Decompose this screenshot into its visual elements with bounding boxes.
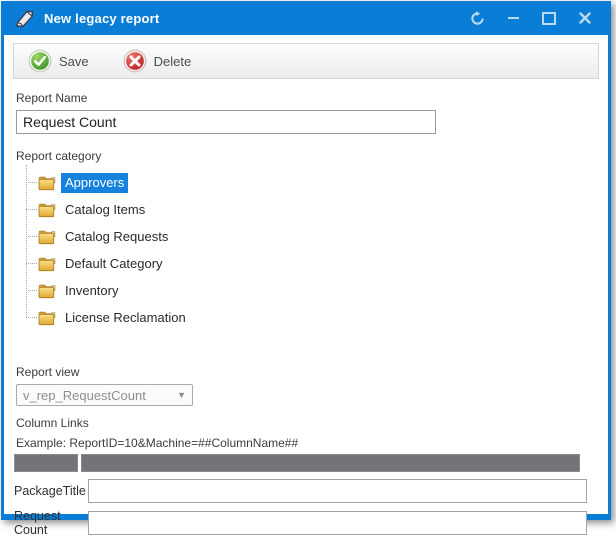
window-title: New legacy report	[44, 11, 159, 26]
column-link-row: Request Count	[14, 510, 596, 536]
delete-button-label: Delete	[154, 54, 192, 69]
column-link-input[interactable]	[88, 479, 587, 503]
save-check-icon	[28, 49, 52, 73]
tree-item-label: Approvers	[61, 173, 128, 193]
tree-item[interactable]: License Reclamation	[26, 304, 596, 331]
tree-item-label: Inventory	[61, 281, 122, 301]
refresh-icon[interactable]	[464, 7, 490, 29]
folder-icon	[38, 256, 57, 272]
report-view-label: Report view	[16, 365, 596, 379]
folder-icon	[38, 175, 57, 191]
folder-icon	[38, 202, 57, 218]
save-button-label: Save	[59, 54, 89, 69]
report-category-label: Report category	[16, 149, 596, 163]
save-button[interactable]: Save	[24, 47, 93, 75]
report-view-value: v_rep_RequestCount	[23, 388, 146, 403]
delete-button[interactable]: Delete	[119, 47, 196, 75]
tree-connector	[26, 317, 37, 319]
column-links-grid: PackageTitle Request Count	[14, 454, 596, 536]
column-links-example: Example: ReportID=10&Machine=##ColumnNam…	[16, 436, 596, 450]
report-name-label: Report Name	[16, 91, 596, 105]
tree-item[interactable]: Catalog Requests	[26, 223, 596, 250]
grid-header-cell	[14, 454, 78, 472]
tree-item-label: License Reclamation	[61, 308, 190, 328]
tree-item-label: Catalog Requests	[61, 227, 172, 247]
report-name-input[interactable]	[16, 110, 436, 134]
toolbar: Save Delete	[13, 43, 599, 79]
column-links-label: Column Links	[16, 416, 596, 430]
tree-connector	[26, 209, 37, 211]
column-link-label: PackageTitle	[14, 484, 88, 498]
column-link-input[interactable]	[88, 511, 587, 535]
tree-connector	[26, 182, 37, 184]
grid-header-row	[14, 454, 596, 472]
tree-connector	[26, 236, 37, 238]
tree-item[interactable]: Approvers	[26, 169, 596, 196]
tree-item[interactable]: Default Category	[26, 250, 596, 277]
tree-item[interactable]: Catalog Items	[26, 196, 596, 223]
close-icon[interactable]	[572, 7, 598, 29]
grid-header-cell	[81, 454, 580, 472]
delete-x-icon	[123, 49, 147, 73]
tree-item[interactable]: Inventory	[26, 277, 596, 304]
report-category-tree: Approvers Catalog It	[26, 169, 596, 331]
minimize-icon[interactable]	[500, 7, 526, 29]
maximize-icon[interactable]	[536, 7, 562, 29]
tree-connector	[26, 290, 37, 292]
tree-connector	[26, 263, 37, 265]
folder-icon	[38, 283, 57, 299]
column-link-label: Request Count	[14, 509, 88, 537]
report-icon	[14, 8, 36, 28]
dialog-window: New legacy report	[1, 1, 611, 520]
tree-item-label: Default Category	[61, 254, 167, 274]
column-link-row: PackageTitle	[14, 478, 596, 504]
title-bar: New legacy report	[4, 1, 608, 35]
folder-icon	[38, 229, 57, 245]
folder-icon	[38, 310, 57, 326]
tree-item-label: Catalog Items	[61, 200, 149, 220]
chevron-down-icon: ▼	[177, 390, 186, 400]
report-view-select[interactable]: v_rep_RequestCount ▼	[16, 384, 193, 406]
